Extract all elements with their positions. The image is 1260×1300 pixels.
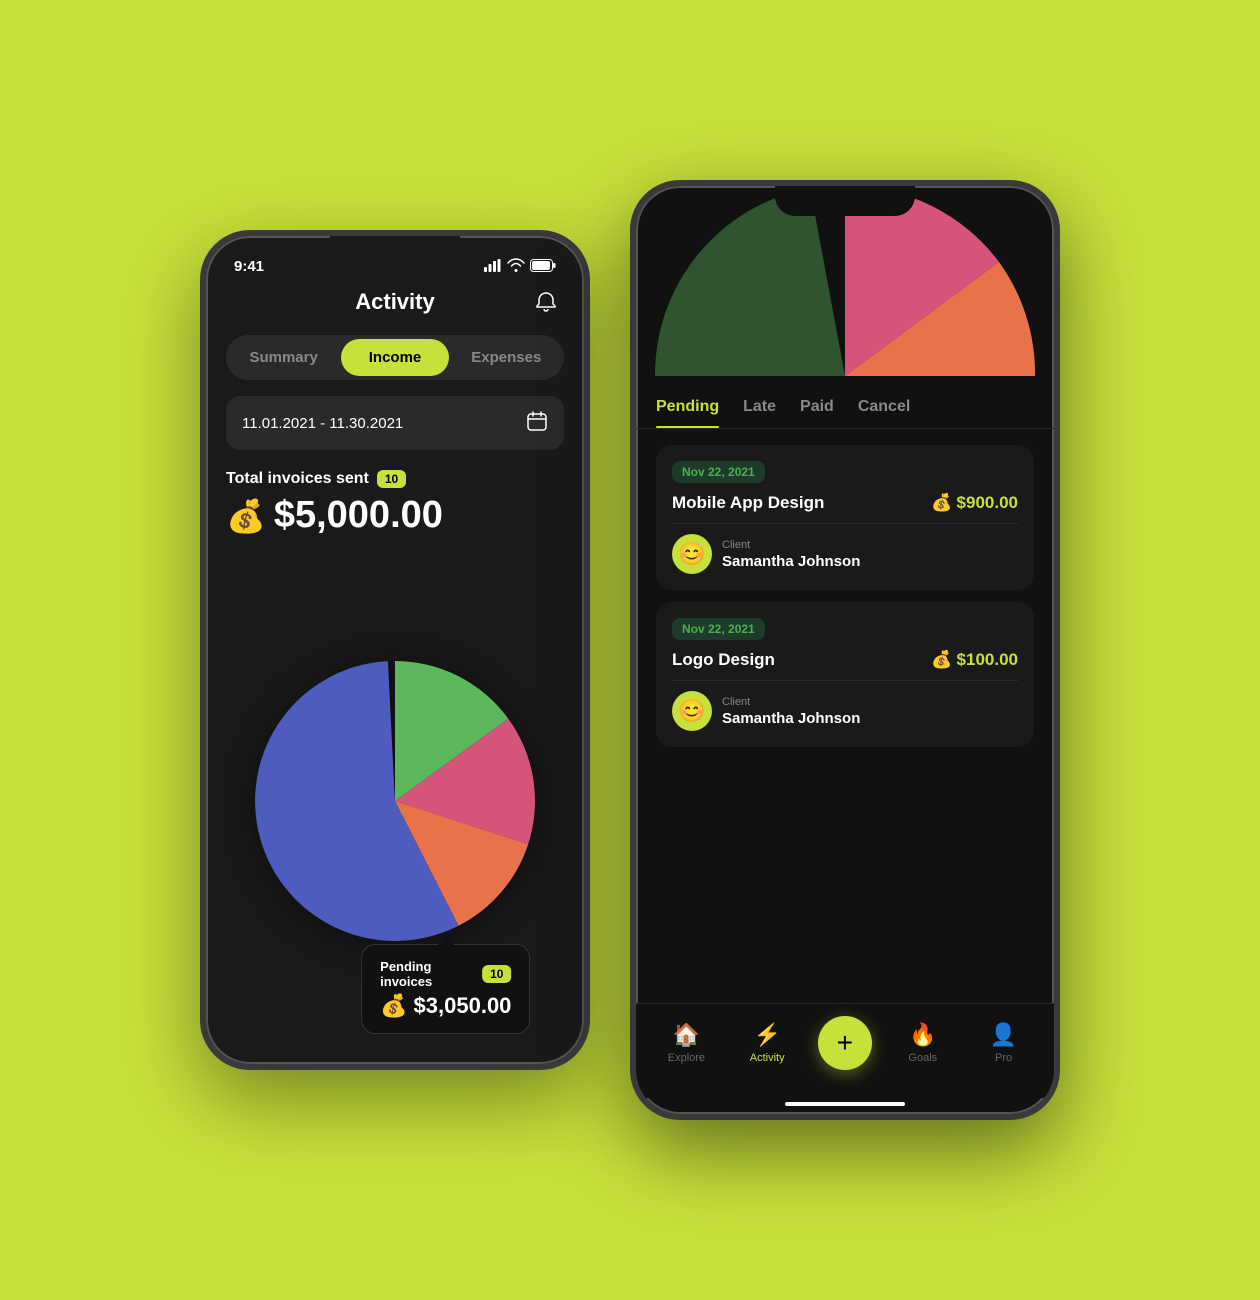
- filter-tab-cancel[interactable]: Cancel: [858, 386, 910, 428]
- nav-explore[interactable]: 🏠 Explore: [656, 1022, 716, 1064]
- right-phone-content: Pending Late Paid Cancel Nov 22, 2021 Mo…: [636, 386, 1054, 1114]
- client-avatar-1: 😊: [672, 534, 712, 574]
- bell-icon[interactable]: [528, 284, 564, 320]
- client-label-2: Client: [722, 696, 860, 708]
- invoice-row-2: Logo Design 💰 $100.00: [672, 650, 1018, 670]
- app-header: Activity: [226, 281, 564, 319]
- tooltip-box: Pending invoices 10 💰 $3,050.00: [361, 944, 530, 1034]
- tab-switcher: Summary Income Expenses: [226, 335, 564, 380]
- client-info-2: Client Samantha Johnson: [722, 696, 860, 727]
- filter-tabs: Pending Late Paid Cancel: [636, 386, 1054, 429]
- divider-1: [672, 523, 1018, 524]
- client-row-2: 😊 Client Samantha Johnson: [672, 691, 1018, 731]
- invoice-date-1: Nov 22, 2021: [672, 461, 765, 483]
- filter-tab-late[interactable]: Late: [743, 386, 776, 428]
- client-label-1: Client: [722, 539, 860, 551]
- invoice-amount-1: 💰 $900.00: [931, 493, 1018, 513]
- pie-chart-svg: [255, 661, 535, 941]
- invoice-card-1[interactable]: Nov 22, 2021 Mobile App Design 💰 $900.00…: [656, 445, 1034, 590]
- invoice-money-icon-2: 💰: [931, 650, 952, 670]
- status-bar-left: 9:41: [206, 244, 584, 281]
- invoice-money-icon-1: 💰: [931, 493, 952, 513]
- client-row-1: 😊 Client Samantha Johnson: [672, 534, 1018, 574]
- nav-activity[interactable]: ⚡ Activity: [737, 1022, 797, 1064]
- tooltip-money-emoji: 💰: [380, 993, 407, 1019]
- total-amount: 💰 $5,000.00: [226, 494, 564, 537]
- invoice-name-1: Mobile App Design: [672, 493, 824, 513]
- tooltip-amount: 💰 $3,050.00: [380, 993, 511, 1019]
- invoice-count-badge: 10: [377, 470, 406, 488]
- explore-icon: 🏠: [673, 1022, 700, 1048]
- invoice-name-2: Logo Design: [672, 650, 775, 670]
- summary-label: Total invoices sent 10: [226, 470, 564, 488]
- pro-label: Pro: [995, 1052, 1012, 1064]
- add-button[interactable]: +: [818, 1016, 872, 1070]
- home-indicator: [785, 1102, 905, 1106]
- invoice-list: Nov 22, 2021 Mobile App Design 💰 $900.00…: [636, 429, 1054, 1003]
- date-range-value: 11.01.2021 - 11.30.2021: [242, 415, 403, 432]
- signal-icon: [484, 259, 502, 275]
- invoice-date-2: Nov 22, 2021: [672, 618, 765, 640]
- summary-section: Total invoices sent 10 💰 $5,000.00: [226, 466, 564, 541]
- date-picker[interactable]: 11.01.2021 - 11.30.2021: [226, 396, 564, 450]
- left-phone-content: Activity Summary Income Expenses 11.01.2…: [206, 281, 584, 1064]
- filter-tab-paid[interactable]: Paid: [800, 386, 834, 428]
- bottom-nav: 🏠 Explore ⚡ Activity + 🔥 Goals 👤 Pro: [636, 1003, 1054, 1098]
- nav-pro[interactable]: 👤 Pro: [974, 1022, 1034, 1064]
- client-info-1: Client Samantha Johnson: [722, 539, 860, 570]
- client-avatar-2: 😊: [672, 691, 712, 731]
- left-phone: 9:41: [200, 230, 590, 1070]
- scene: 9:41: [0, 0, 1260, 1300]
- goals-label: Goals: [908, 1052, 937, 1064]
- tab-summary[interactable]: Summary: [230, 339, 337, 376]
- invoice-amount-2: 💰 $100.00: [931, 650, 1018, 670]
- tooltip-count: 10: [482, 965, 511, 983]
- pie-chart-container: Pending invoices 10 💰 $3,050.00: [226, 557, 564, 1044]
- right-phone: Pending Late Paid Cancel Nov 22, 2021 Mo…: [630, 180, 1060, 1120]
- filter-tab-pending[interactable]: Pending: [656, 386, 719, 428]
- time-left: 9:41: [234, 258, 264, 275]
- tooltip-label: Pending invoices 10: [380, 959, 511, 989]
- client-name-1: Samantha Johnson: [722, 553, 860, 570]
- calendar-icon: [526, 410, 548, 436]
- goals-icon: 🔥: [909, 1022, 936, 1048]
- client-name-2: Samantha Johnson: [722, 710, 860, 727]
- right-partial-chart: [655, 186, 1035, 376]
- tab-income[interactable]: Income: [341, 339, 448, 376]
- battery-icon: [530, 259, 556, 275]
- divider-2: [672, 680, 1018, 681]
- explore-label: Explore: [668, 1052, 705, 1064]
- activity-label: Activity: [750, 1052, 785, 1064]
- pro-icon: 👤: [990, 1022, 1017, 1048]
- nav-goals[interactable]: 🔥 Goals: [893, 1022, 953, 1064]
- status-icons-left: [484, 258, 556, 275]
- right-chart-top: [636, 186, 1054, 386]
- activity-icon: ⚡: [753, 1022, 780, 1048]
- tab-expenses[interactable]: Expenses: [453, 339, 560, 376]
- invoice-row-1: Mobile App Design 💰 $900.00: [672, 493, 1018, 513]
- money-emoji: 💰: [226, 497, 266, 535]
- wifi-icon: [507, 258, 525, 275]
- invoice-card-2[interactable]: Nov 22, 2021 Logo Design 💰 $100.00 😊 Cli…: [656, 602, 1034, 747]
- app-title: Activity: [355, 289, 434, 315]
